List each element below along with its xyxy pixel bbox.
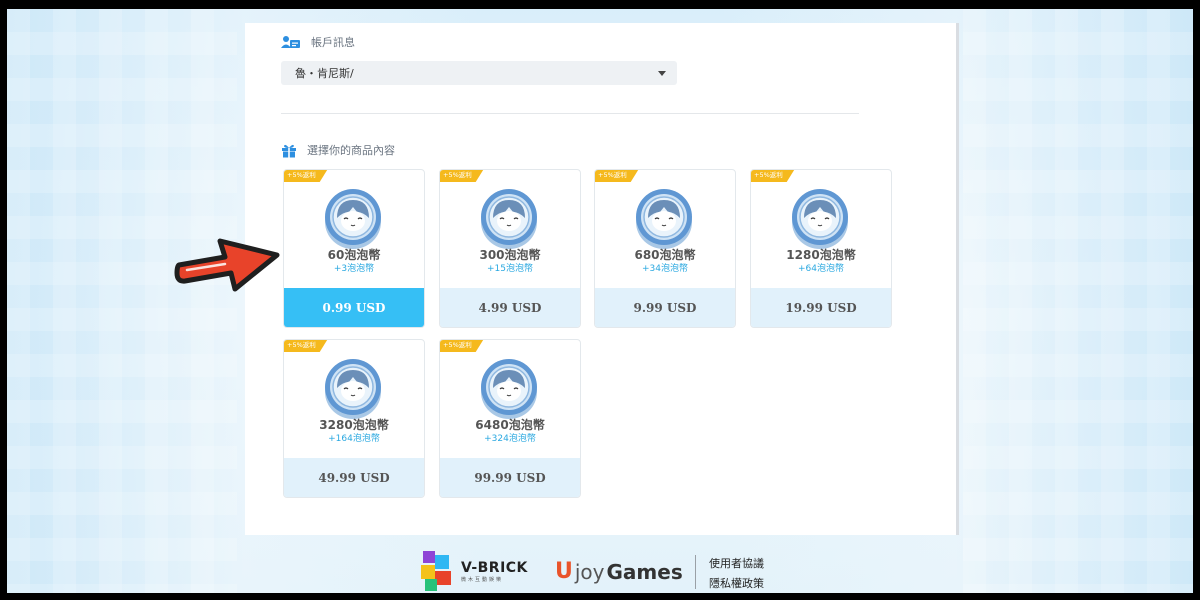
footer: V-BRICK 微木互動娛樂 U joy Games 使用者協議 隱私權政策 — [7, 549, 1193, 593]
product-price-button[interactable]: 19.99 USD — [751, 288, 891, 327]
gift-icon — [282, 144, 296, 157]
account-section-title: 帳戶訊息 — [311, 36, 355, 49]
vbrick-subtitle: 微木互動娛樂 — [461, 576, 504, 583]
footer-separator — [695, 555, 696, 589]
product-card[interactable]: +5%返利 6480泡泡幣 +324泡泡幣 99.99 USD — [439, 339, 581, 498]
product-bonus: +34泡泡幣 — [642, 264, 688, 274]
coin-icon — [323, 358, 383, 420]
product-bonus: +15泡泡幣 — [487, 264, 533, 274]
account-section-header: 帳戶訊息 — [281, 34, 355, 50]
product-card[interactable]: +5%返利 1280泡泡幣 +64泡泡幣 19.99 USD — [750, 169, 892, 328]
product-price-button[interactable]: 49.99 USD — [284, 458, 424, 497]
ujoy-games: Games — [606, 559, 683, 584]
products-section-title: 選擇你的商品內容 — [307, 144, 395, 157]
rebate-badge: +5%返利 — [751, 170, 795, 182]
rebate-badge: +5%返利 — [595, 170, 639, 182]
chevron-down-icon — [658, 70, 666, 76]
ujoy-joy: joy — [574, 559, 605, 584]
product-card[interactable]: +5%返利 300泡泡幣 +15泡泡幣 4.99 USD — [439, 169, 581, 328]
section-divider — [281, 113, 859, 114]
rebate-badge: +5%返利 — [284, 340, 328, 352]
coin-icon — [323, 188, 383, 250]
product-bonus: +64泡泡幣 — [798, 264, 844, 274]
coin-icon — [479, 358, 539, 420]
products-section-header: 選擇你的商品內容 — [281, 142, 395, 158]
product-card[interactable]: +5%返利 3280泡泡幣 +164泡泡幣 49.99 USD — [283, 339, 425, 498]
vbrick-name: V-BRICK — [461, 559, 528, 576]
ujoy-games-logo[interactable]: U joy Games — [555, 559, 683, 584]
account-icon — [281, 36, 300, 48]
product-price-button[interactable]: 4.99 USD — [440, 288, 580, 327]
account-select[interactable]: 魯・肯尼斯/ — [281, 61, 677, 85]
coin-icon — [634, 188, 694, 250]
coin-icon — [790, 188, 850, 250]
account-select-value: 魯・肯尼斯/ — [295, 67, 354, 80]
rebate-badge: +5%返利 — [284, 170, 328, 182]
vbrick-logo[interactable]: V-BRICK 微木互動娛樂 — [419, 549, 528, 593]
pixel-pattern-right — [963, 9, 1193, 593]
product-card[interactable]: +5%返利 680泡泡幣 +34泡泡幣 9.99 USD — [594, 169, 736, 328]
ujoy-u-mark: U — [555, 559, 573, 584]
purchase-panel: 帳戶訊息 魯・肯尼斯/ 選擇你的商品內容 +5%返利 60泡泡幣 +3泡泡幣 0… — [245, 23, 959, 535]
product-bonus: +164泡泡幣 — [328, 434, 380, 444]
product-price-button[interactable]: 0.99 USD — [284, 288, 424, 327]
vbrick-logo-icon — [421, 551, 451, 591]
rebate-badge: +5%返利 — [440, 340, 484, 352]
pointer-arrow-icon — [174, 238, 280, 292]
privacy-link[interactable]: 隱私權政策 — [709, 575, 764, 591]
product-bonus: +324泡泡幣 — [484, 434, 536, 444]
pixel-pattern-left — [7, 9, 237, 593]
rebate-badge: +5%返利 — [440, 170, 484, 182]
product-price-button[interactable]: 99.99 USD — [440, 458, 580, 497]
coin-icon — [479, 188, 539, 250]
footer-links: 使用者協議 隱私權政策 — [709, 555, 764, 591]
product-price-button[interactable]: 9.99 USD — [595, 288, 735, 327]
page-background: 帳戶訊息 魯・肯尼斯/ 選擇你的商品內容 +5%返利 60泡泡幣 +3泡泡幣 0… — [7, 9, 1193, 593]
product-card[interactable]: +5%返利 60泡泡幣 +3泡泡幣 0.99 USD — [283, 169, 425, 328]
product-bonus: +3泡泡幣 — [333, 264, 375, 274]
terms-link[interactable]: 使用者協議 — [709, 555, 764, 571]
